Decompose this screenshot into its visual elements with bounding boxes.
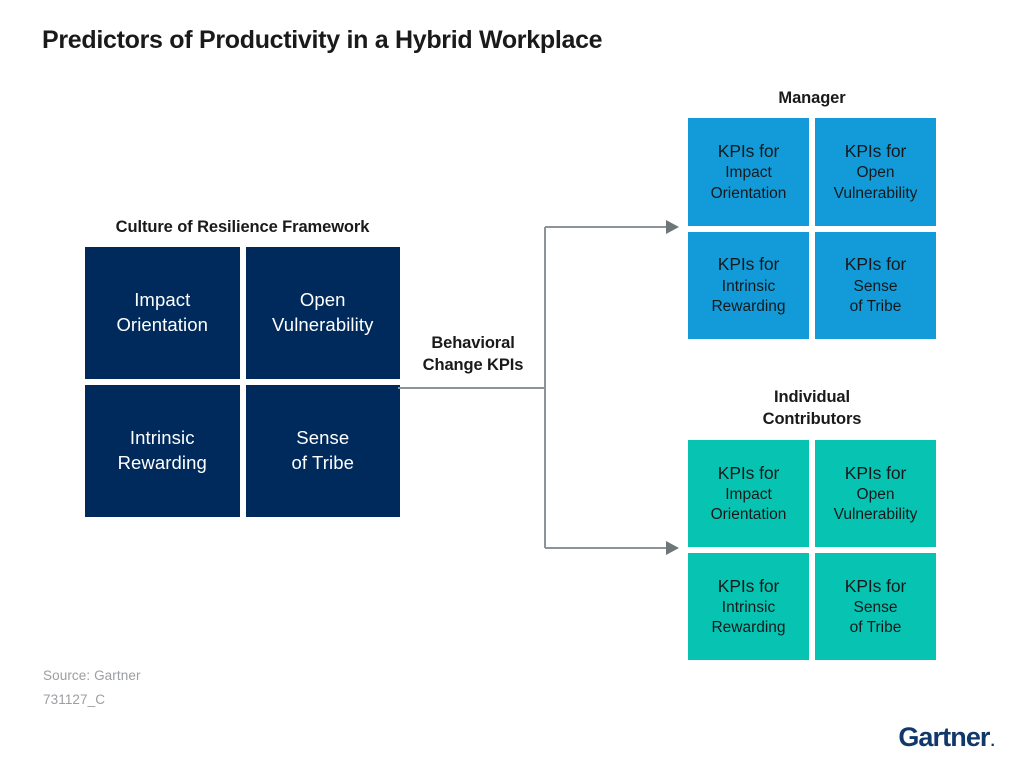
kpi-cell-sub-2: Vulnerability bbox=[833, 184, 918, 202]
manager-heading-line-1: Manager bbox=[778, 89, 846, 107]
framework-cell-line-2: Vulnerability bbox=[272, 314, 374, 335]
kpi-cell-head: KPIs for bbox=[844, 462, 907, 483]
connector-label: Behavioral Change KPIs bbox=[404, 332, 542, 377]
manager-kpi-cell-impact-orientation: KPIs for Impact Orientation bbox=[688, 118, 809, 226]
kpi-cell-sub-1: Sense bbox=[853, 277, 898, 295]
kpi-cell-sub-2: of Tribe bbox=[849, 619, 902, 637]
ic-kpi-cell-sense-of-tribe: KPIs for Sense of Tribe bbox=[815, 553, 936, 660]
framework-cell-line-2: of Tribe bbox=[291, 452, 354, 473]
framework-cell-open-vulnerability: Open Vulnerability bbox=[245, 247, 400, 379]
kpi-cell-sub-1: Open bbox=[856, 164, 895, 182]
kpi-cell-sub-2: Orientation bbox=[710, 506, 787, 524]
manager-kpi-grid: KPIs for Impact Orientation KPIs for Ope… bbox=[688, 118, 936, 339]
framework-cell-line-1: Impact bbox=[134, 289, 191, 311]
manager-kpi-cell-intrinsic-rewarding: KPIs for Intrinsic Rewarding bbox=[688, 231, 809, 339]
individual-contributors-heading: Individual Contributors bbox=[688, 387, 936, 431]
branching-connector bbox=[398, 220, 679, 555]
source-note: Source: Gartner bbox=[43, 668, 141, 683]
gartner-logo-wordmark: Gartner bbox=[898, 722, 990, 752]
framework-cell-line-1: Open bbox=[299, 289, 346, 311]
kpi-cell-sub-1: Sense bbox=[853, 599, 898, 617]
gartner-logo: Gartner . bbox=[898, 724, 995, 751]
ic-heading-line-2: Contributors bbox=[762, 409, 862, 428]
framework-heading: Culture of Resilience Framework bbox=[115, 218, 370, 236]
kpi-cell-head: KPIs for bbox=[844, 140, 907, 161]
kpi-cell-sub-1: Impact bbox=[725, 164, 772, 182]
kpi-cell-sub-2: Rewarding bbox=[711, 298, 786, 316]
kpi-cell-head: KPIs for bbox=[844, 254, 907, 275]
kpi-cell-head: KPIs for bbox=[717, 575, 780, 596]
framework-cell-line-2: Orientation bbox=[116, 314, 209, 335]
kpi-cell-sub-2: Vulnerability bbox=[833, 506, 918, 524]
framework-cell-sense-of-tribe: Sense of Tribe bbox=[245, 385, 400, 517]
kpi-cell-sub-1: Open bbox=[856, 486, 895, 504]
framework-cell-line-2: Rewarding bbox=[117, 452, 207, 473]
gartner-logo-mark: . bbox=[990, 733, 995, 750]
ic-kpi-cell-open-vulnerability: KPIs for Open Vulnerability bbox=[815, 440, 936, 547]
framework-cell-impact-orientation: Impact Orientation bbox=[85, 247, 240, 379]
kpi-cell-head: KPIs for bbox=[717, 254, 780, 275]
kpi-cell-head: KPIs for bbox=[844, 575, 907, 596]
ic-heading-line-1: Individual bbox=[773, 388, 850, 406]
ic-kpi-cell-intrinsic-rewarding: KPIs for Intrinsic Rewarding bbox=[688, 553, 809, 660]
kpi-cell-sub-1: Intrinsic bbox=[721, 599, 776, 617]
manager-kpi-cell-sense-of-tribe: KPIs for Sense of Tribe bbox=[815, 231, 936, 339]
ic-kpi-cell-impact-orientation: KPIs for Impact Orientation bbox=[688, 440, 809, 547]
kpi-cell-sub-2: Orientation bbox=[710, 184, 787, 202]
kpi-cell-sub-1: Intrinsic bbox=[721, 277, 776, 295]
individual-contributors-kpi-grid: KPIs for Impact Orientation KPIs for Ope… bbox=[688, 440, 936, 660]
framework-cell-line-1: Intrinsic bbox=[129, 427, 195, 449]
kpi-cell-head: KPIs for bbox=[717, 140, 780, 161]
slide-canvas: Predictors of Productivity in a Hybrid W… bbox=[0, 0, 1023, 771]
connector-label-line-1: Behavioral bbox=[431, 334, 515, 352]
manager-heading: Manager bbox=[688, 88, 936, 110]
framework-cell-intrinsic-rewarding: Intrinsic Rewarding bbox=[85, 385, 240, 517]
framework-cell-line-1: Sense bbox=[296, 427, 350, 449]
connector-label-line-2: Change KPIs bbox=[422, 356, 524, 375]
kpi-cell-head: KPIs for bbox=[717, 462, 780, 483]
manager-kpi-cell-open-vulnerability: KPIs for Open Vulnerability bbox=[815, 118, 936, 226]
kpi-cell-sub-2: of Tribe bbox=[849, 298, 902, 316]
arrowhead-icon-top bbox=[666, 220, 679, 234]
kpi-cell-sub-2: Rewarding bbox=[711, 619, 786, 637]
kpi-cell-sub-1: Impact bbox=[725, 486, 772, 504]
framework-quadrant-grid: Impact Orientation Open Vulnerability In… bbox=[85, 247, 400, 517]
chart-id-note: 731127_C bbox=[43, 692, 106, 707]
page-title: Predictors of Productivity in a Hybrid W… bbox=[42, 26, 603, 54]
arrowhead-icon-bottom bbox=[666, 541, 679, 555]
